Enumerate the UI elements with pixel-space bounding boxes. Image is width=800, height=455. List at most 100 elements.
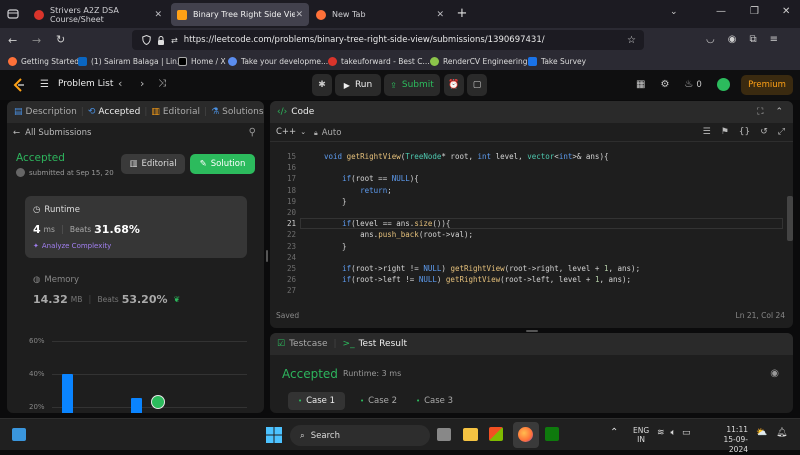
bookmark-item[interactable]: Take Survey — [528, 55, 586, 68]
next-problem-icon[interactable]: › — [140, 77, 144, 90]
file-explorer-icon[interactable] — [463, 428, 478, 441]
bookmark-icon[interactable]: ⚑ — [721, 127, 729, 137]
submit-button[interactable]: ⇪ Submit — [384, 74, 440, 96]
premium-button[interactable]: Premium — [741, 75, 793, 95]
analyze-complexity-link[interactable]: ✦ Analyze Complexity — [33, 242, 111, 250]
bookmark-item[interactable]: takeuforward - Best C... — [328, 55, 430, 68]
bookmark-item[interactable]: RenderCV Engineering... — [430, 55, 535, 68]
expand-icon[interactable]: ⤢ — [778, 127, 785, 137]
bookmark-item[interactable]: Getting Started — [8, 55, 79, 68]
reset-icon[interactable]: ↺ — [760, 127, 768, 137]
shield-icon[interactable] — [142, 35, 151, 45]
memory-label[interactable]: ◍ Memory — [33, 275, 79, 285]
notes-button[interactable]: ▢ — [467, 74, 487, 96]
all-submissions-link[interactable]: ← All Submissions — [13, 128, 91, 138]
case-1-tab[interactable]: • Case 1 — [288, 392, 345, 410]
code-line[interactable]: return; — [324, 186, 392, 195]
code-line[interactable]: } — [324, 242, 347, 251]
back-arrow-icon[interactable]: ← — [8, 34, 17, 47]
debug-button[interactable]: ✱ — [312, 74, 332, 96]
task-view-icon[interactable] — [437, 428, 451, 441]
browser-tab-leetcode[interactable]: Binary Tree Right Side View - Le ✕ — [171, 3, 309, 26]
tab-description[interactable]: ▤ Description — [14, 107, 77, 117]
menu-icon[interactable]: ≡ — [770, 34, 778, 45]
language-select[interactable]: C++ ⌄ — [276, 127, 306, 137]
prev-problem-icon[interactable]: ‹ — [118, 77, 122, 90]
forward-arrow-icon[interactable]: → — [32, 34, 41, 47]
bookmark-item[interactable]: Take your developme... — [228, 55, 328, 68]
app-icon[interactable] — [545, 427, 559, 441]
list-icon[interactable]: ☰ — [40, 79, 49, 90]
tab-editorial[interactable]: ▥ Editorial — [151, 107, 200, 117]
microsoft-store-icon[interactable] — [489, 427, 503, 441]
case-2-tab[interactable]: • Case 2 — [350, 392, 407, 410]
timer-button[interactable]: ⏰ — [444, 74, 464, 96]
notification-icon[interactable]: 🔔︎ — [776, 428, 787, 438]
language-indicator[interactable]: ENG IN — [633, 426, 649, 444]
editorial-button[interactable]: ▥ Editorial — [121, 154, 185, 174]
code-line[interactable]: if(root == NULL){ — [324, 174, 419, 183]
reload-icon[interactable]: ↻ — [56, 33, 65, 46]
close-icon[interactable]: ✕ — [436, 10, 444, 20]
close-window-button[interactable]: ✕ — [782, 6, 790, 17]
settings-gear-icon[interactable]: ⚙ — [660, 79, 669, 90]
auto-mode[interactable]: 🔒︎ Auto — [314, 128, 341, 138]
bookmark-item[interactable]: (1) Sairam Balaga | Lin... — [78, 55, 184, 68]
pocket-icon[interactable]: ◡ — [706, 34, 715, 45]
solution-button[interactable]: ✎ Solution — [190, 154, 255, 174]
bookmark-star-icon[interactable]: ☆ — [627, 35, 636, 46]
vertical-resize-handle[interactable] — [526, 330, 538, 332]
windows-start-icon[interactable] — [266, 427, 282, 443]
problem-list-link[interactable]: Problem List — [58, 79, 113, 89]
case-3-tab[interactable]: • Case 3 — [406, 392, 463, 410]
chevron-up-icon[interactable]: ⌃ — [610, 427, 618, 438]
lock-icon[interactable] — [157, 35, 165, 45]
my-submission-avatar[interactable] — [151, 395, 165, 409]
tab-testcase[interactable]: ☑ Testcase — [277, 339, 328, 349]
code-line[interactable]: } — [324, 197, 347, 206]
list-all-tabs-icon[interactable]: ⌄ — [670, 7, 678, 17]
shuffle-icon[interactable]: ⤨ — [158, 78, 166, 89]
system-tray[interactable]: ≋ 🔈︎ ▭ — [657, 428, 690, 438]
extensions-icon[interactable]: ⧉ — [749, 34, 756, 45]
url-bar[interactable]: ⇄ https://leetcode.com/problems/binary-t… — [132, 30, 644, 50]
code-line[interactable]: void getRightView(TreeNode* root, int le… — [324, 152, 608, 161]
restore-window-button[interactable]: ❐ — [750, 6, 759, 17]
browser-tab-newtab[interactable]: New Tab ✕ — [310, 3, 450, 26]
code-line[interactable]: if(root->left != NULL) getRightView(root… — [324, 275, 631, 284]
close-icon[interactable]: ✕ — [295, 10, 303, 20]
code-tab[interactable]: ‹/› Code — [277, 107, 314, 117]
close-icon[interactable]: ✕ — [154, 10, 162, 20]
browser-tab-strivers[interactable]: Strivers A2Z DSA Course/Sheet ✕ — [28, 3, 168, 26]
run-button[interactable]: ▶ Run — [335, 74, 381, 96]
taskbar-search[interactable]: ⌕ Search — [290, 425, 430, 446]
format-icon[interactable]: ☰ — [703, 127, 711, 137]
code-line[interactable]: ans.push_back(root->val); — [324, 230, 473, 239]
tab-accepted[interactable]: ⟲ Accepted — [88, 107, 140, 117]
clock[interactable]: 11:11 15-09-2024 — [706, 425, 749, 455]
tab-test-result[interactable]: >_ Test Result — [343, 339, 407, 349]
distribution-bar[interactable] — [62, 374, 73, 413]
distribution-bar[interactable] — [131, 398, 142, 413]
layout-icon[interactable]: ▦ — [636, 79, 645, 90]
account-icon[interactable]: ◉ — [728, 34, 737, 45]
tab-solutions[interactable]: ⚗ Solutions — [211, 107, 263, 117]
share-link-icon[interactable]: ⚲ — [249, 127, 256, 138]
coins-counter[interactable]: ♨ 0 — [684, 79, 701, 90]
code-line[interactable]: if(level == ans.size()){ — [324, 219, 450, 228]
tab-overview-icon[interactable] — [6, 7, 20, 21]
leetcode-logo-icon[interactable] — [12, 78, 26, 92]
widgets-icon[interactable] — [12, 428, 26, 441]
braces-icon[interactable]: {} — [739, 127, 750, 137]
editor-scrollbar[interactable] — [787, 196, 793, 241]
panel-resize-handle[interactable] — [266, 250, 268, 262]
eye-icon[interactable]: ◉ — [770, 368, 779, 379]
collapse-icon[interactable]: ⌃ — [775, 107, 783, 117]
maximize-icon[interactable]: ⛶ — [757, 107, 763, 117]
weather-icon[interactable]: ⛅ — [756, 428, 767, 438]
avatar[interactable] — [716, 78, 730, 91]
bookmark-item[interactable]: Home / X — [178, 55, 226, 68]
code-line[interactable]: if(root->right != NULL) getRightView(roo… — [324, 264, 640, 273]
new-tab-button[interactable]: + — [455, 6, 469, 21]
runtime-card[interactable]: ◷ Runtime 4 ms | Beats 31.68% ✦ Analyze Co… — [25, 196, 247, 258]
